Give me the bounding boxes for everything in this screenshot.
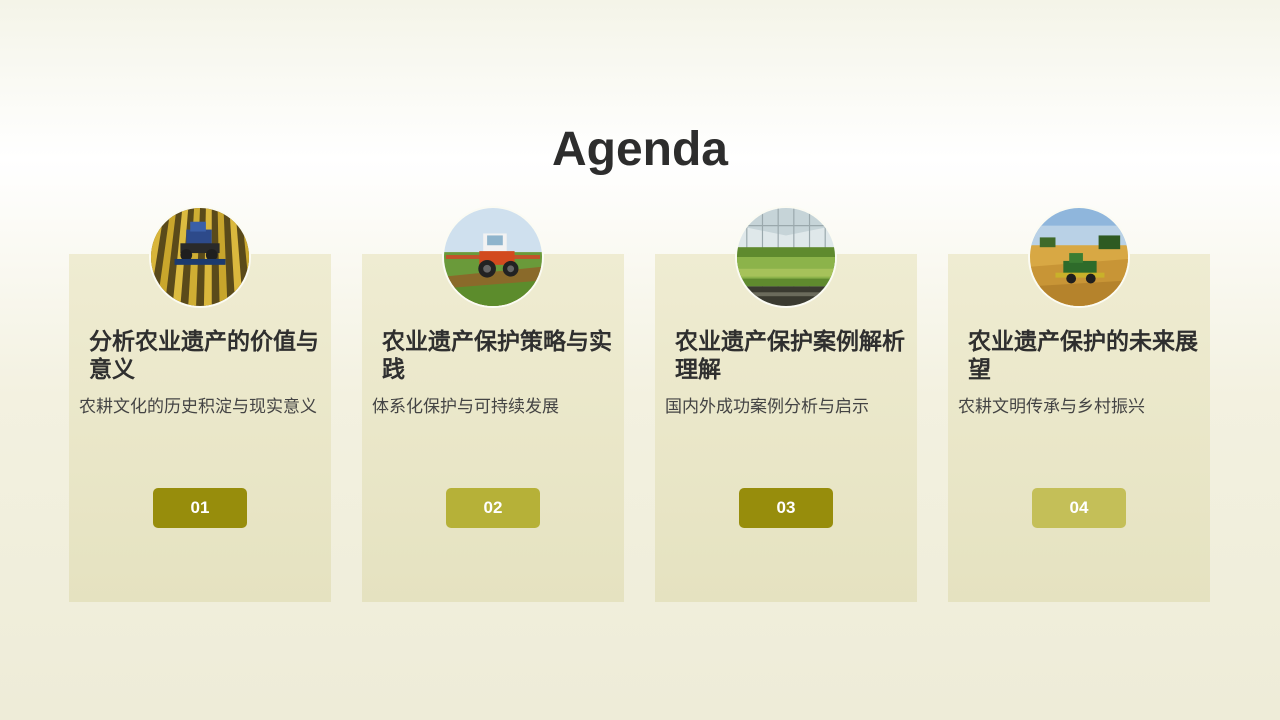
number-badge[interactable]: 01: [153, 488, 247, 528]
card-title: 农业遗产保护的未来展望: [968, 329, 1198, 383]
card-title: 农业遗产保护策略与实践: [382, 329, 612, 383]
number-badge[interactable]: 03: [739, 488, 833, 528]
card-title: 分析农业遗产的价值与意义: [89, 329, 319, 383]
tractor-in-crop-rows-photo: [149, 206, 251, 308]
slide-title: Agenda: [551, 123, 728, 176]
greenhouse-crops-photo: [735, 206, 837, 308]
card-description: 农耕文化的历史积淀与现实意义: [79, 397, 317, 417]
tractor-spraying-field-photo: [442, 206, 544, 308]
agenda-card-4[interactable]: 农业遗产保护的未来展望 农耕文明传承与乡村振兴 04: [948, 206, 1210, 602]
agenda-card-1[interactable]: 分析农业遗产的价值与意义 农耕文化的历史积淀与现实意义 01: [69, 206, 331, 602]
number-badge[interactable]: 04: [1032, 488, 1126, 528]
card-title: 农业遗产保护案例解析理解: [675, 329, 905, 383]
card-description: 体系化保护与可持续发展: [372, 397, 559, 417]
card-description: 农耕文明传承与乡村振兴: [958, 397, 1145, 417]
agenda-card-2[interactable]: 农业遗产保护策略与实践 体系化保护与可持续发展 02: [362, 206, 624, 602]
number-badge[interactable]: 02: [446, 488, 540, 528]
combine-harvester-wheat-photo: [1028, 206, 1130, 308]
card-description: 国内外成功案例分析与启示: [665, 397, 869, 417]
agenda-card-3[interactable]: 农业遗产保护案例解析理解 国内外成功案例分析与启示 03: [655, 206, 917, 602]
